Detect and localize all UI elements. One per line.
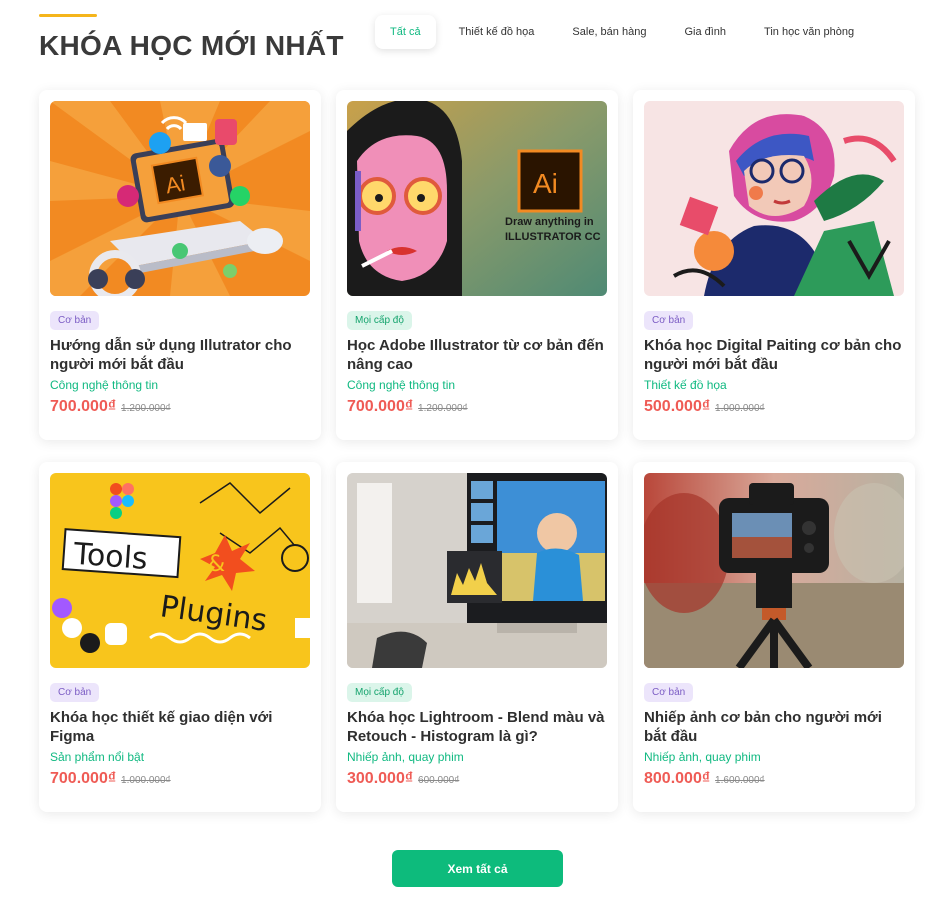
price-row: 700.000₫ 1.200.000₫ [50,398,310,416]
course-category[interactable]: Nhiếp ảnh, quay phim [644,750,904,764]
tab-office-it[interactable]: Tin học văn phòng [749,15,869,49]
course-title[interactable]: Khóa học Lightroom - Blend màu và Retouc… [347,708,607,746]
course-card[interactable]: Cơ bản Khóa học Digital Paiting cơ bản c… [633,90,915,440]
level-badge: Cơ bản [644,311,694,330]
course-title[interactable]: Khóa học Digital Paiting cơ bản cho ngườ… [644,336,904,374]
sale-price: 800.000₫ [644,770,711,787]
section-title: KHÓA HỌC MỚI NHẤT [39,30,344,61]
original-price: 600.000₫ [418,775,460,786]
original-price: 1.200.000₫ [418,403,468,414]
ai-logo-text: Ai [533,168,558,199]
level-badge: Cơ bản [644,683,694,702]
level-badge: Cơ bản [50,311,100,330]
sale-price: 700.000₫ [50,770,117,787]
course-title[interactable]: Học Adobe Illustrator từ cơ bản đến nâng… [347,336,607,374]
course-thumbnail[interactable] [644,473,904,668]
tab-graphic-design[interactable]: Thiết kế đồ họa [444,15,550,49]
course-thumbnail[interactable]: Tools & Plugins [50,473,310,668]
price-row: 300.000₫ 600.000₫ [347,770,607,788]
original-price: 1.200.000₫ [121,403,171,414]
course-category[interactable]: Sản phẩm nổi bật [50,750,310,764]
course-thumbnail[interactable]: Ai [50,101,310,296]
promo-line-1: Draw anything in [505,216,594,228]
course-card[interactable]: Cơ bản Nhiếp ảnh cơ bản cho người mới bắ… [633,462,915,812]
illustrator-portrait-illustration: Ai Draw anything in ILLUSTRATOR CC [347,101,607,296]
course-category[interactable]: Nhiếp ảnh, quay phim [347,750,607,764]
course-thumbnail[interactable] [644,101,904,296]
view-all-button[interactable]: Xem tất cả [392,850,563,887]
original-price: 1.000.000₫ [715,403,765,414]
digital-painting-portrait-illustration [644,101,904,296]
promo-line-2: ILLUSTRATOR CC [505,231,601,243]
category-tabs: Tất cả Thiết kế đồ họa Sale, bán hàng Gi… [375,15,869,49]
price-row: 800.000₫ 1.600.000₫ [644,770,904,788]
title-accent-bar [39,14,97,17]
course-category[interactable]: Thiết kế đồ họa [644,378,904,392]
course-title[interactable]: Khóa học thiết kế giao diện với Figma [50,708,310,746]
price-row: 500.000₫ 1.000.000₫ [644,398,904,416]
course-thumbnail[interactable]: Ai Draw anything in ILLUSTRATOR CC [347,101,607,296]
figma-tools-plugins-illustration: Tools & Plugins [50,473,310,668]
level-badge: Cơ bản [50,683,100,702]
sale-price: 300.000₫ [347,770,414,787]
tab-family[interactable]: Gia đình [669,15,741,49]
sale-price: 500.000₫ [644,398,711,415]
original-price: 1.000.000₫ [121,775,171,786]
course-category[interactable]: Công nghệ thông tin [50,378,310,392]
original-price: 1.600.000₫ [715,775,765,786]
course-title[interactable]: Hướng dẫn sử dụng Illutrator cho người m… [50,336,310,374]
course-card[interactable]: Ai Cơ bản Hướng dẫn sử dụng Illutrator c… [39,90,321,440]
price-row: 700.000₫ 1.200.000₫ [347,398,607,416]
course-grid: Ai Cơ bản Hướng dẫn sử dụng Illutrator c… [39,90,916,812]
course-card[interactable]: Ai Draw anything in ILLUSTRATOR CC Mọi c… [336,90,618,440]
course-card[interactable]: Tools & Plugins Cơ bản Khóa học thiết kế… [39,462,321,812]
ampersand-text: & [208,552,225,577]
course-thumbnail[interactable] [347,473,607,668]
camera-on-tripod-photo [644,473,904,668]
course-category[interactable]: Công nghệ thông tin [347,378,607,392]
illustrator-laptop-illustration: Ai [50,101,310,296]
tab-all[interactable]: Tất cả [375,15,436,49]
course-title[interactable]: Nhiếp ảnh cơ bản cho người mới bắt đầu [644,708,904,746]
tab-sales[interactable]: Sale, bán hàng [557,15,661,49]
lightroom-editing-photo [347,473,607,668]
sale-price: 700.000₫ [50,398,117,415]
sale-price: 700.000₫ [347,398,414,415]
course-card[interactable]: Mọi cấp độ Khóa học Lightroom - Blend mà… [336,462,618,812]
level-badge: Mọi cấp độ [347,683,412,702]
tools-text: Tools [72,537,149,577]
price-row: 700.000₫ 1.000.000₫ [50,770,310,788]
level-badge: Mọi cấp độ [347,311,412,330]
